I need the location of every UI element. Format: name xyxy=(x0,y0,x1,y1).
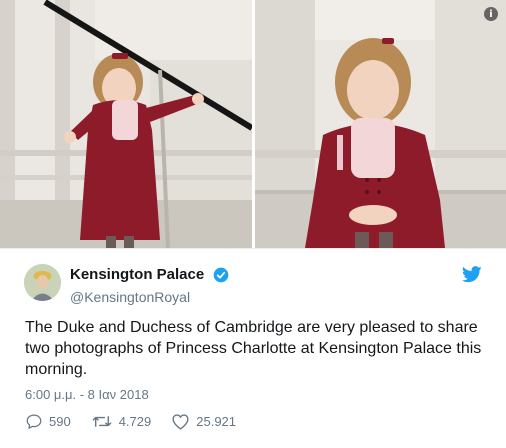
reply-button[interactable]: 590 xyxy=(25,413,71,430)
info-button[interactable]: i xyxy=(484,7,498,21)
like-button[interactable]: 25.921 xyxy=(171,413,236,430)
verified-badge-icon xyxy=(213,267,228,283)
action-bar: 590 4.729 25.921 xyxy=(25,413,256,430)
photo-left[interactable] xyxy=(0,0,252,248)
display-name[interactable]: Kensington Palace xyxy=(70,266,204,283)
reply-icon xyxy=(26,414,42,429)
divider xyxy=(0,248,506,249)
photo-right[interactable]: i xyxy=(255,0,506,248)
handle[interactable]: @KensingtonRoyal xyxy=(70,289,229,305)
tweet-text: The Duke and Duchess of Cambridge are ve… xyxy=(25,319,482,378)
retweet-icon xyxy=(92,416,112,427)
retweet-count: 4.729 xyxy=(118,414,152,429)
info-icon: i xyxy=(489,8,493,20)
media-grid: i xyxy=(0,0,506,248)
princess-photo-standing xyxy=(0,0,252,248)
tweet-card: i Kensington Palace @KensingtonRoyal The… xyxy=(0,0,506,448)
princess-photo-sitting xyxy=(255,0,506,248)
retweet-button[interactable]: 4.729 xyxy=(91,413,152,430)
twitter-bird-icon[interactable] xyxy=(462,266,482,283)
avatar[interactable] xyxy=(24,264,61,301)
reply-count: 590 xyxy=(49,414,71,429)
author-block[interactable]: Kensington Palace @KensingtonRoyal xyxy=(70,266,229,305)
avatar-icon xyxy=(24,264,61,301)
timestamp[interactable]: 6:00 μ.μ. - 8 Ιαν 2018 xyxy=(25,387,149,402)
heart-icon xyxy=(172,414,189,430)
like-count: 25.921 xyxy=(196,414,237,429)
